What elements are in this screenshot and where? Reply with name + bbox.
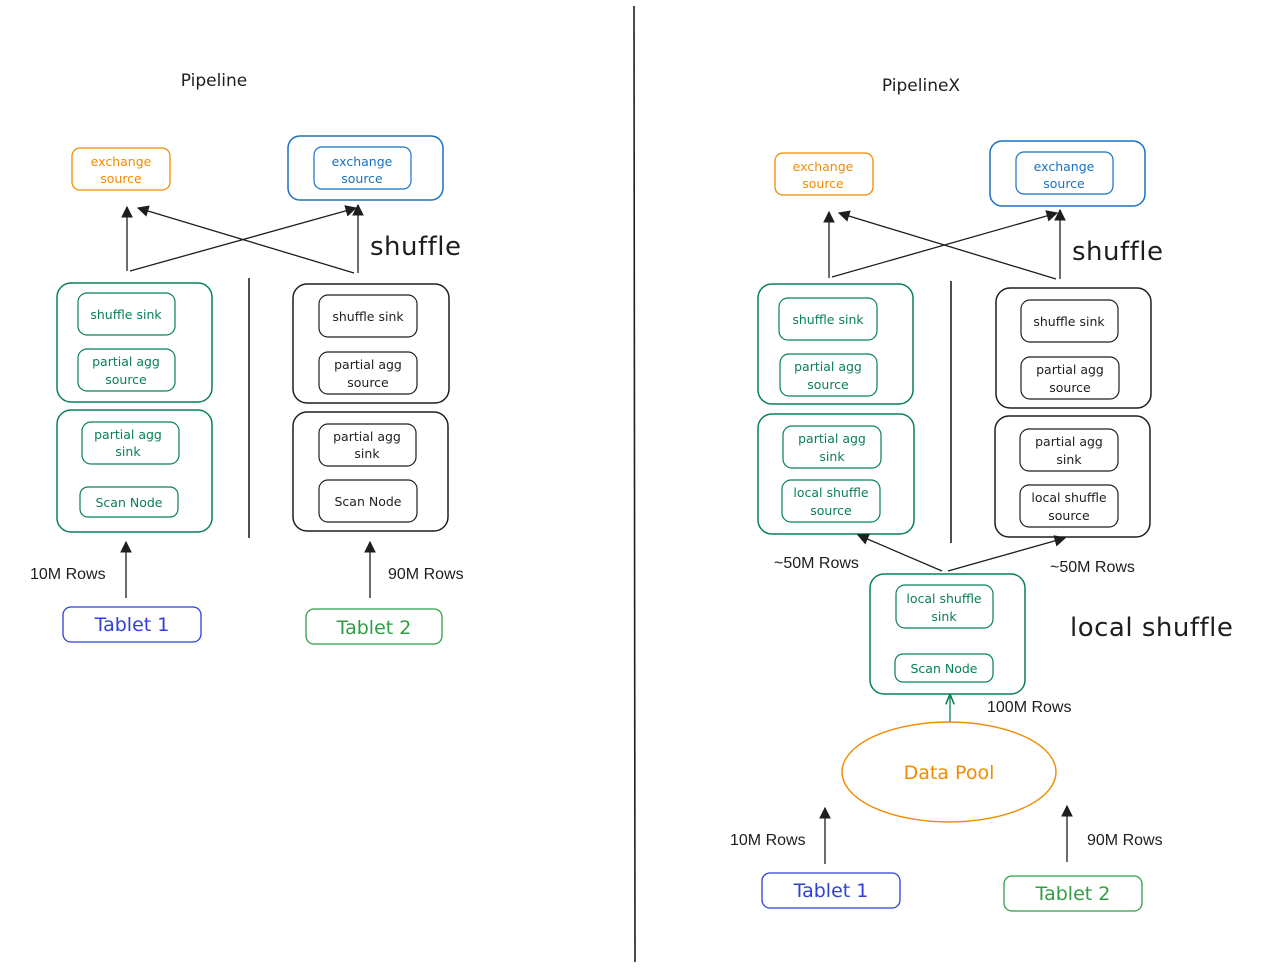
pipelinex-panel: PipelineX exchange source exchange sourc… <box>730 76 1233 912</box>
svg-text:source: source <box>1048 508 1090 523</box>
operator-node: partial agg source <box>318 351 418 395</box>
shuffle-label: shuffle <box>1072 237 1164 267</box>
svg-text:local shuffle: local shuffle <box>793 485 869 500</box>
svg-text:shuffle sink: shuffle sink <box>90 307 162 322</box>
rows-label: 100M Rows <box>987 699 1071 716</box>
svg-text:sink: sink <box>354 446 380 461</box>
operator-node: shuffle sink <box>318 294 418 338</box>
svg-text:shuffle sink: shuffle sink <box>1033 314 1105 329</box>
operator-node: partial agg sink <box>81 421 180 465</box>
svg-text:exchange: exchange <box>793 159 854 174</box>
tablet-2: Tablet 2 <box>1003 875 1143 912</box>
operator-node: partial agg source <box>1020 356 1120 400</box>
svg-text:source: source <box>347 375 389 390</box>
svg-text:source: source <box>807 377 849 392</box>
operator-node: partial agg source <box>77 348 176 392</box>
operator-node: local shuffle source <box>781 479 881 523</box>
exchange-source-blue: exchange source <box>287 135 444 201</box>
exchange-source-orange: exchange source <box>71 147 171 191</box>
local-shuffle-pipeline: local shuffle sink Scan Node <box>869 573 1026 695</box>
operator-node: shuffle sink <box>778 297 878 341</box>
pipeline-column-1: shuffle sink partial agg source partial … <box>56 282 213 533</box>
svg-text:Tablet 1: Tablet 1 <box>94 614 170 636</box>
data-pool: Data Pool <box>841 721 1057 823</box>
svg-text:Data Pool: Data Pool <box>904 762 995 784</box>
svg-text:partial agg: partial agg <box>333 429 401 444</box>
shuffle-label: shuffle <box>370 232 462 262</box>
pipeline-comparison-diagram: Pipeline exchange source exchange source… <box>30 5 1233 963</box>
operator-node: local shuffle sink <box>895 584 994 629</box>
svg-text:Scan Node: Scan Node <box>911 661 978 676</box>
tablet-1: Tablet 1 <box>62 606 202 643</box>
svg-text:sink: sink <box>819 449 845 464</box>
svg-text:Tablet 2: Tablet 2 <box>336 617 412 639</box>
pipeline-column-2: shuffle sink partial agg source partial … <box>994 287 1152 538</box>
svg-text:source: source <box>810 503 852 518</box>
pipeline-column-2: shuffle sink partial agg source partial … <box>292 283 450 532</box>
exchange-source-blue: exchange source <box>989 140 1146 207</box>
operator-node: partial agg sink <box>1019 428 1119 472</box>
svg-text:Tablet 2: Tablet 2 <box>1035 883 1111 905</box>
operator-node: partial agg sink <box>318 423 417 467</box>
operator-node: Scan Node <box>318 479 418 523</box>
svg-text:partial agg: partial agg <box>798 431 866 446</box>
rows-label: ~50M Rows <box>774 555 859 572</box>
shuffle-arrows <box>823 208 1066 280</box>
svg-text:partial agg: partial agg <box>334 357 402 372</box>
operator-node: partial agg sink <box>782 425 882 469</box>
panel-title: PipelineX <box>882 76 961 96</box>
tablet-1: Tablet 1 <box>761 872 901 909</box>
svg-text:local shuffle: local shuffle <box>1031 490 1107 505</box>
svg-text:shuffle sink: shuffle sink <box>332 309 404 324</box>
tablet-2: Tablet 2 <box>305 608 443 645</box>
operator-node: shuffle sink <box>1020 299 1119 343</box>
rows-label: 90M Rows <box>388 566 464 583</box>
operator-node: Scan Node <box>894 653 994 683</box>
svg-text:exchange: exchange <box>1034 159 1095 174</box>
rows-label: 10M Rows <box>730 832 806 849</box>
svg-text:Tablet 1: Tablet 1 <box>793 880 869 902</box>
operator-node: shuffle sink <box>77 292 176 336</box>
rows-label: 10M Rows <box>30 566 106 583</box>
shuffle-arrows <box>121 203 364 274</box>
svg-text:exchange: exchange <box>91 154 152 169</box>
pipeline-column-1: shuffle sink partial agg source partial … <box>757 283 915 535</box>
panel-title: Pipeline <box>181 71 248 91</box>
panel-divider <box>633 5 636 963</box>
operator-node: Scan Node <box>79 486 179 518</box>
svg-text:shuffle sink: shuffle sink <box>792 312 864 327</box>
svg-text:source: source <box>802 176 844 191</box>
pipeline-panel: Pipeline exchange source exchange source… <box>30 71 464 645</box>
svg-text:partial agg: partial agg <box>92 354 160 369</box>
svg-text:partial agg: partial agg <box>94 427 162 442</box>
svg-text:Scan Node: Scan Node <box>96 495 163 510</box>
svg-text:sink: sink <box>115 444 141 459</box>
split-arrow <box>947 535 1067 572</box>
svg-text:source: source <box>105 372 147 387</box>
svg-text:partial agg: partial agg <box>1035 434 1103 449</box>
operator-node: partial agg source <box>779 353 878 397</box>
exchange-source-orange: exchange source <box>774 152 874 196</box>
rows-label: ~50M Rows <box>1050 559 1135 576</box>
rows-label: 90M Rows <box>1087 832 1163 849</box>
svg-text:sink: sink <box>1056 452 1082 467</box>
svg-text:Scan Node: Scan Node <box>335 494 402 509</box>
operator-node: local shuffle source <box>1019 484 1119 528</box>
svg-text:sink: sink <box>931 609 957 624</box>
svg-text:source: source <box>1043 176 1085 191</box>
svg-text:partial agg: partial agg <box>1036 362 1104 377</box>
svg-text:local shuffle: local shuffle <box>906 591 982 606</box>
split-arrow <box>856 533 943 572</box>
svg-text:source: source <box>1049 380 1091 395</box>
svg-text:partial agg: partial agg <box>794 359 862 374</box>
svg-text:source: source <box>100 171 142 186</box>
svg-text:exchange: exchange <box>332 154 393 169</box>
svg-text:source: source <box>341 171 383 186</box>
local-shuffle-label: local shuffle <box>1070 613 1233 643</box>
